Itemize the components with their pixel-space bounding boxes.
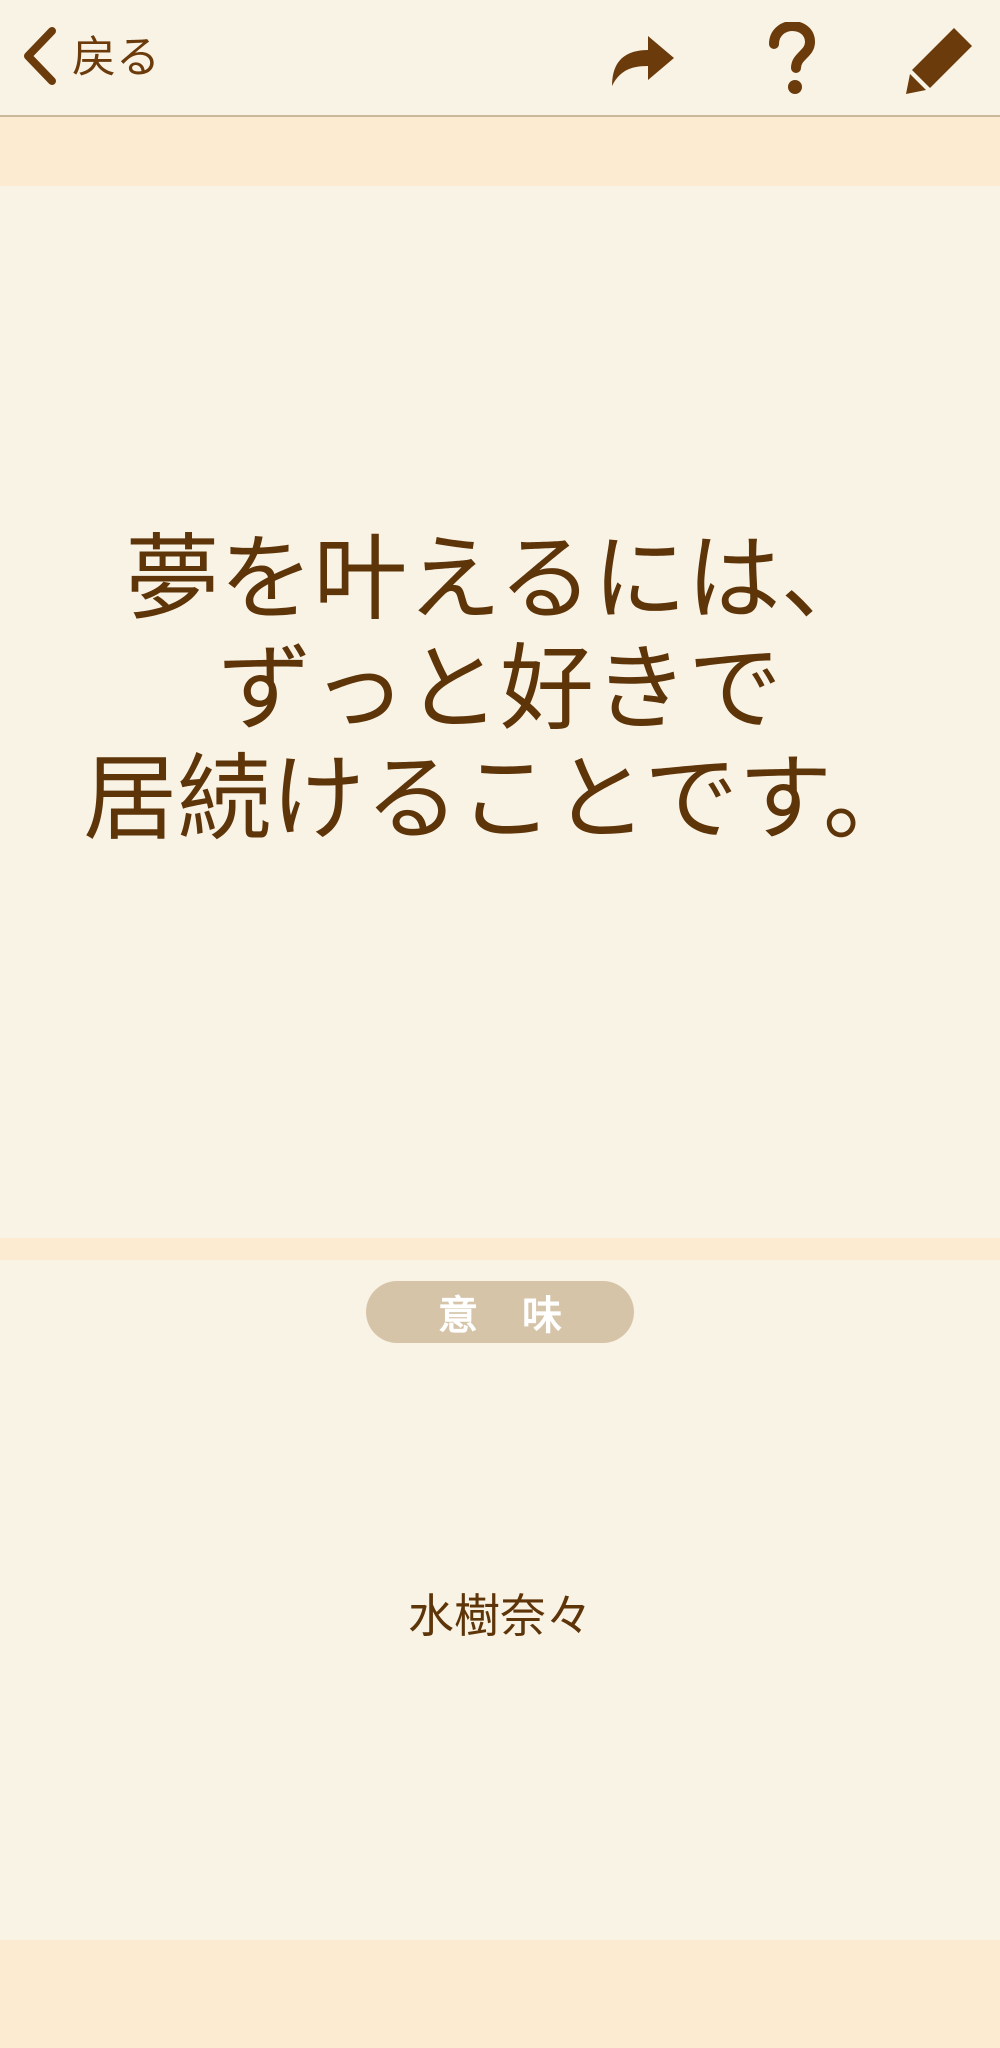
edit-button[interactable] <box>902 22 978 98</box>
author-name: 水樹奈々 <box>408 1589 592 1643</box>
quote-area: 夢を叶えるには、 ずっと好きで 居続けることです。 <box>0 186 1000 1238</box>
pencil-icon <box>906 28 972 94</box>
quote-divider-band <box>0 1238 1000 1260</box>
question-icon <box>769 20 816 94</box>
chevron-left-icon <box>22 27 58 89</box>
quote-line: 居続けることです。 <box>83 744 917 854</box>
header-divider-band <box>0 117 1000 186</box>
quote-text: 夢を叶えるには、 ずっと好きで 居続けることです。 <box>83 525 917 855</box>
share-button[interactable] <box>604 22 680 98</box>
top-nav-bar: 戻る <box>0 0 1000 117</box>
back-label: 戻る <box>72 32 160 83</box>
meaning-button-label: 意味 <box>438 1293 606 1339</box>
help-button[interactable] <box>752 20 828 98</box>
meaning-button[interactable]: 意味 <box>366 1281 634 1343</box>
quote-line: ずっと好きで <box>217 634 782 744</box>
share-arrow-icon <box>612 36 674 86</box>
quote-line: 夢を叶えるには、 <box>125 524 875 634</box>
footer-band <box>0 1940 1000 2048</box>
back-button[interactable]: 戻る <box>22 26 160 90</box>
